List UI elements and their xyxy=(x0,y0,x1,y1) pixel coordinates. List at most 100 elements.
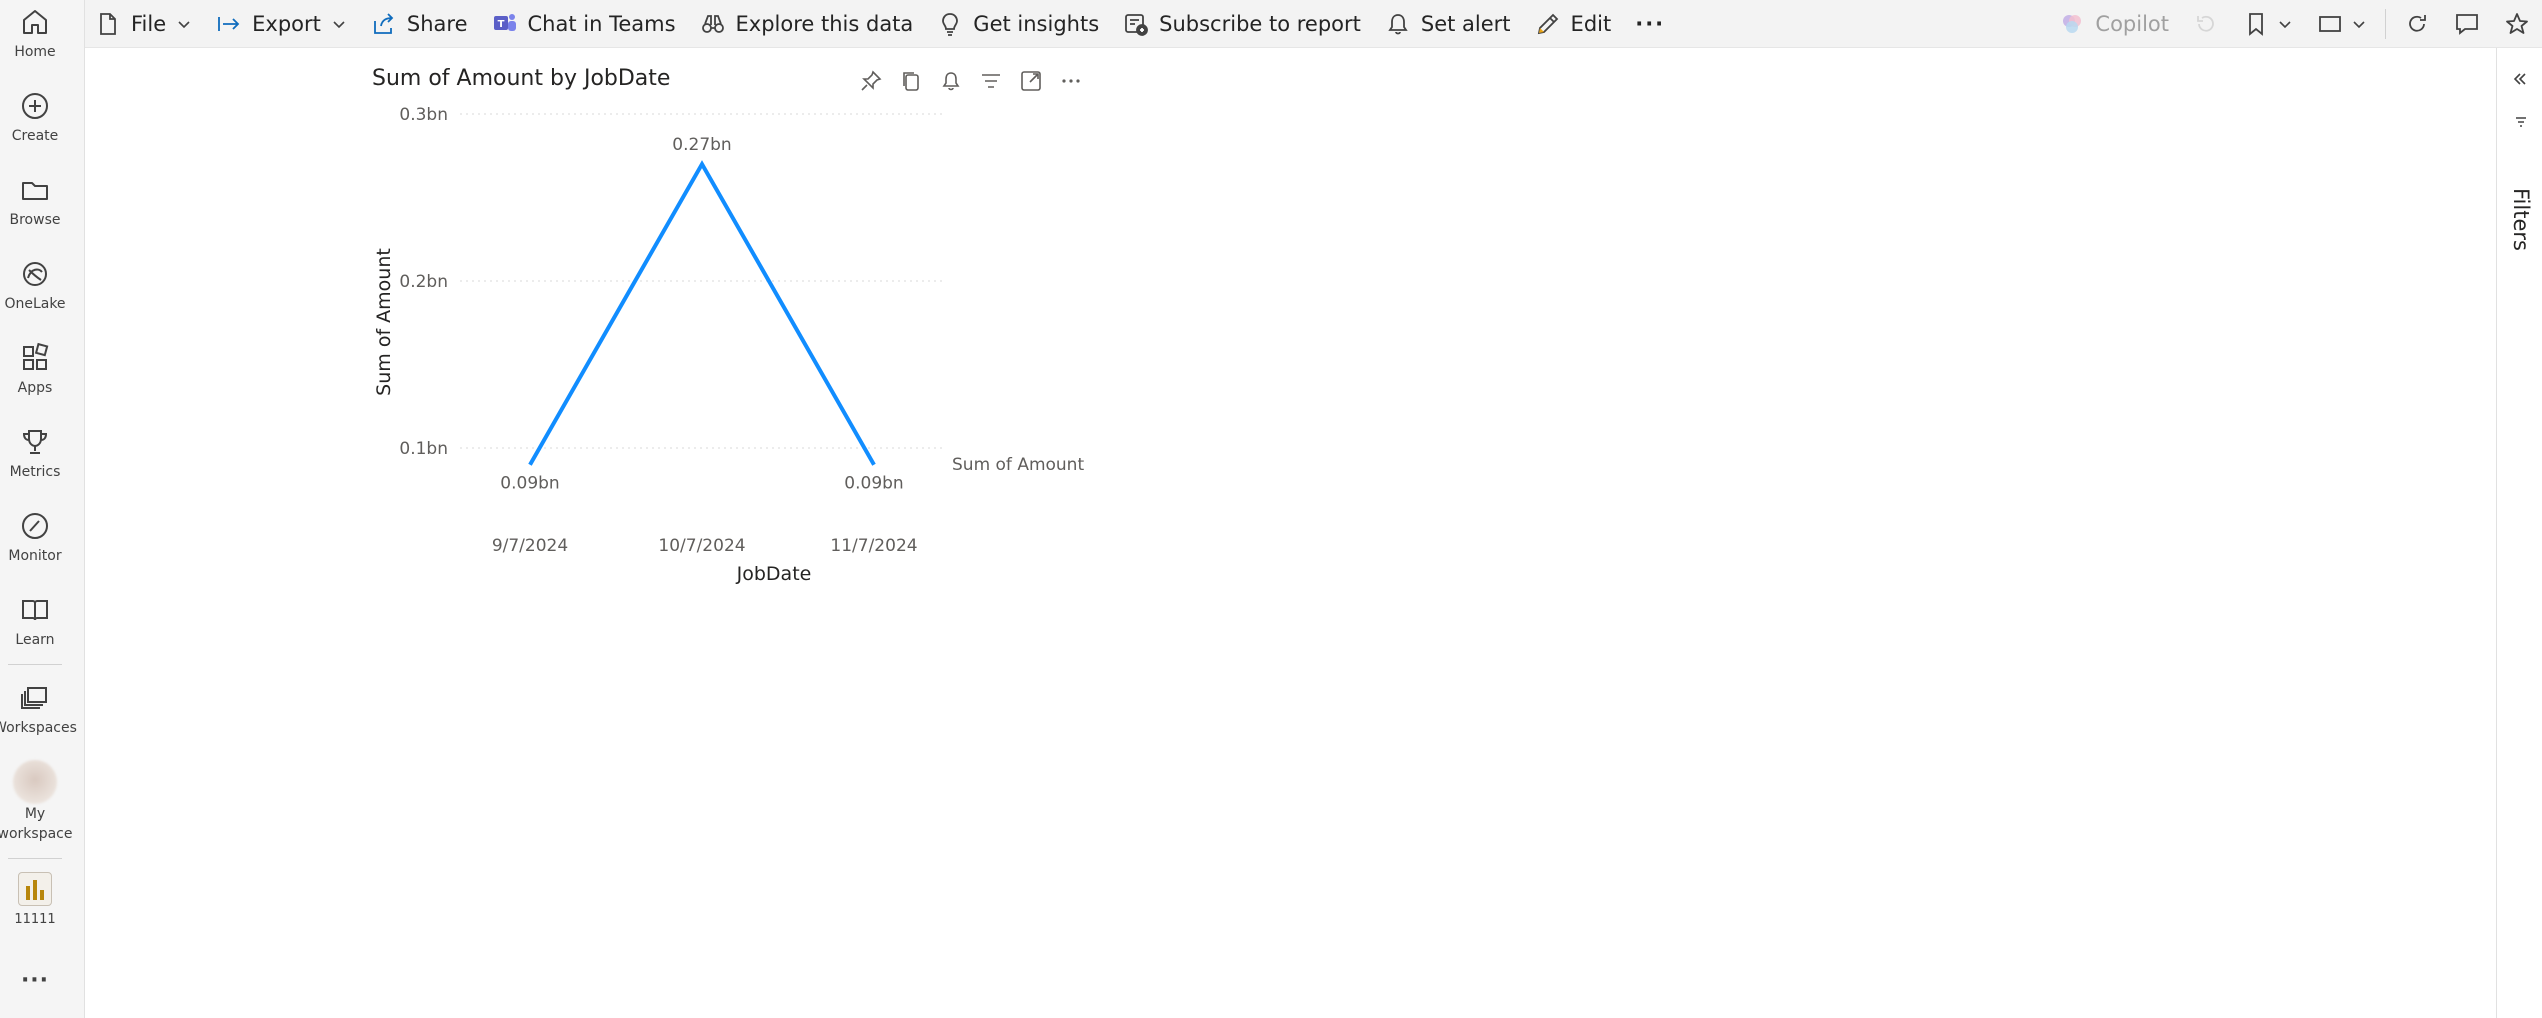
export-arrow-icon xyxy=(218,16,240,31)
x-tick-label: 9/7/2024 xyxy=(492,536,568,556)
bell-icon[interactable] xyxy=(938,68,964,94)
explore-data-button[interactable]: Explore this data xyxy=(688,0,926,48)
more-options-button[interactable]: ··· xyxy=(1623,0,1677,48)
rail-browse[interactable]: Browse xyxy=(0,174,70,230)
series-line xyxy=(528,160,876,466)
rail-workspaces[interactable]: Workspaces xyxy=(0,682,77,738)
bookmark-icon xyxy=(2249,13,2263,36)
edit-button[interactable]: Edit xyxy=(1523,0,1624,48)
rail-home[interactable]: Home xyxy=(0,6,70,62)
edit-label: Edit xyxy=(1570,11,1612,36)
svg-text:T: T xyxy=(497,19,504,30)
subscribe-button[interactable]: Subscribe to report xyxy=(1111,0,1373,48)
rail-learn[interactable]: Learn xyxy=(0,594,70,650)
rail-apps[interactable]: Apps xyxy=(0,342,70,398)
rail-monitor[interactable]: Monitor xyxy=(0,510,70,566)
view-icon xyxy=(2319,16,2341,32)
export-menu-button[interactable]: Export xyxy=(204,0,359,48)
more-options-icon[interactable] xyxy=(1058,68,1084,94)
rail-divider xyxy=(8,858,62,859)
share-label: Share xyxy=(406,11,468,36)
apps-icon xyxy=(23,342,49,370)
rail-label: Monitor xyxy=(8,548,62,564)
insights-label: Get insights xyxy=(973,11,1100,36)
data-label: 0.09bn xyxy=(844,474,903,494)
data-label: 0.09bn xyxy=(500,474,559,494)
line-chart-visual[interactable]: 0.1bn 0.2bn 0.3bn 9/7/2024 10/7/2024 11/7/202… xyxy=(360,58,1100,598)
rail-label: My workspace xyxy=(0,806,73,842)
rail-label: 11111 xyxy=(14,912,56,927)
rail-report-11111[interactable]: 11111 xyxy=(0,872,70,930)
filters-label: Filters xyxy=(2509,188,2533,251)
chevron-down-icon xyxy=(178,20,190,28)
home-icon xyxy=(23,10,47,34)
rail-label: Metrics xyxy=(9,464,61,480)
rail-label: Browse xyxy=(9,212,61,228)
toolbar-divider xyxy=(2385,9,2386,39)
share-button[interactable]: Share xyxy=(359,0,480,48)
reset-icon xyxy=(2197,15,2214,32)
y-tick-label: 0.2bn xyxy=(399,272,448,292)
visual-header-actions xyxy=(858,68,1084,94)
bookmark-menu-button[interactable] xyxy=(2231,0,2305,48)
export-label: Export xyxy=(252,11,321,36)
set-alert-button[interactable]: Set alert xyxy=(1373,0,1523,48)
reset-button[interactable] xyxy=(2181,0,2231,48)
chevron-down-icon xyxy=(2279,21,2291,29)
x-axis-title: JobDate xyxy=(736,563,812,585)
favorite-button[interactable] xyxy=(2492,0,2542,48)
chat-in-teams-label: Chat in Teams xyxy=(527,11,676,36)
teams-icon: T xyxy=(493,13,516,31)
rail-more[interactable]: ··· xyxy=(0,968,70,993)
refresh-button[interactable] xyxy=(2392,0,2442,48)
book-icon xyxy=(22,600,48,621)
data-label: 0.27bn xyxy=(672,135,731,155)
file-menu-button[interactable]: File xyxy=(85,0,204,48)
subscribe-icon xyxy=(1125,13,1149,36)
rail-label: Workspaces xyxy=(0,720,77,736)
workspaces-icon xyxy=(21,687,47,709)
chevron-down-icon xyxy=(2353,21,2365,29)
bell-icon xyxy=(1388,13,1408,34)
report-icon xyxy=(18,872,52,906)
visual-title: Sum of Amount by JobDate xyxy=(372,66,671,91)
rail-my-workspace[interactable]: My workspace xyxy=(0,760,73,844)
y-axis-title: Sum of Amount xyxy=(373,248,395,396)
more-icon: ··· xyxy=(1635,11,1666,36)
copy-visual-icon[interactable] xyxy=(898,68,924,94)
view-menu-button[interactable] xyxy=(2305,0,2379,48)
report-toolbar: File Export Share T Chat in Teams Explor… xyxy=(85,0,2542,48)
pin-icon[interactable] xyxy=(858,68,884,94)
y-tick-label: 0.1bn xyxy=(399,439,448,459)
rail-metrics[interactable]: Metrics xyxy=(0,426,70,482)
rail-label: Learn xyxy=(15,632,55,648)
copilot-label: Copilot xyxy=(2095,12,2169,36)
x-tick-label: 10/7/2024 xyxy=(658,536,745,556)
series-legend-label: Sum of Amount xyxy=(952,455,1084,475)
chat-in-teams-button[interactable]: T Chat in Teams xyxy=(480,0,688,48)
y-tick-label: 0.3bn xyxy=(399,105,448,125)
left-navigation-rail: Home Create Browse OneLake Apps Metrics … xyxy=(0,0,85,1018)
rail-onelake[interactable]: OneLake xyxy=(0,258,70,314)
get-insights-button[interactable]: Get insights xyxy=(925,0,1111,48)
filters-pane-collapsed[interactable]: Filters xyxy=(2496,48,2542,1018)
plus-circle-icon xyxy=(22,93,48,119)
trophy-icon xyxy=(22,430,48,454)
expand-chevrons-icon[interactable] xyxy=(2511,70,2529,88)
x-tick-label: 11/7/2024 xyxy=(830,536,917,556)
focus-mode-icon[interactable] xyxy=(1018,68,1044,94)
share-icon xyxy=(373,12,394,34)
document-icon xyxy=(100,12,116,35)
rail-create[interactable]: Create xyxy=(0,90,70,146)
filter-icon[interactable] xyxy=(978,68,1004,94)
file-label: File xyxy=(131,11,167,36)
comment-icon xyxy=(2456,14,2478,35)
rail-label: Apps xyxy=(17,380,53,396)
subscribe-label: Subscribe to report xyxy=(1159,11,1361,36)
toolbar-right-group: Copilot xyxy=(2047,0,2542,48)
folder-icon xyxy=(22,182,48,200)
monitor-gauge-icon xyxy=(22,513,48,539)
comments-button[interactable] xyxy=(2442,0,2492,48)
copilot-button[interactable]: Copilot xyxy=(2047,0,2181,48)
copilot-icon xyxy=(2063,15,2082,33)
